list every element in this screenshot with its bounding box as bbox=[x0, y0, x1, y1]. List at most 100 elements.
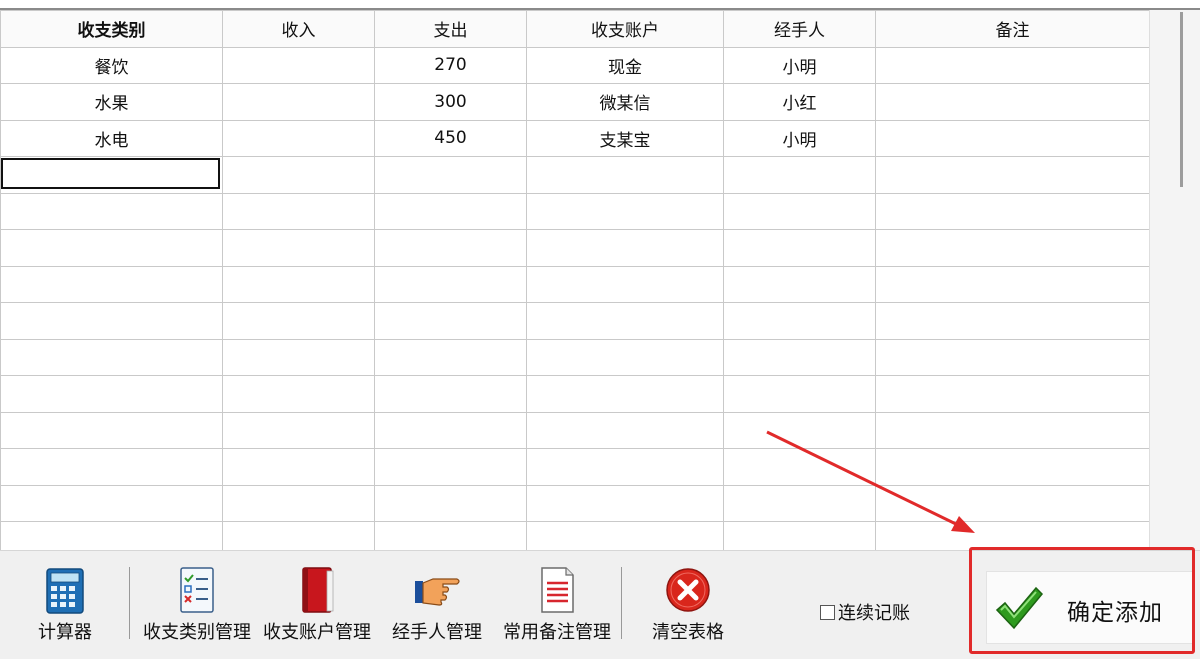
table-row[interactable]: 餐饮 270 现金 小明 bbox=[0, 46, 1149, 84]
empty-cell[interactable] bbox=[222, 375, 375, 413]
empty-cell[interactable] bbox=[526, 484, 724, 522]
empty-cell[interactable] bbox=[723, 192, 876, 230]
empty-cell[interactable] bbox=[222, 411, 375, 449]
empty-cell[interactable] bbox=[374, 448, 527, 486]
empty-cell[interactable] bbox=[0, 484, 223, 522]
empty-cell[interactable] bbox=[723, 375, 876, 413]
empty-cell[interactable] bbox=[875, 375, 1149, 413]
cell-category[interactable]: 水果 bbox=[0, 83, 223, 121]
handler-management-button[interactable]: 经手人管理 bbox=[388, 565, 486, 655]
data-grid[interactable]: 收支类别 收入 支出 收支账户 经手人 备注 餐饮 270 现金 小明 水果 3… bbox=[0, 10, 1149, 550]
empty-cell[interactable] bbox=[723, 265, 876, 303]
empty-cell[interactable] bbox=[374, 521, 527, 550]
empty-cell[interactable] bbox=[222, 484, 375, 522]
table-row[interactable]: 水电 450 支某宝 小明 bbox=[0, 119, 1149, 157]
empty-cell[interactable] bbox=[723, 521, 876, 550]
empty-cell[interactable] bbox=[222, 265, 375, 303]
empty-cell[interactable] bbox=[723, 302, 876, 340]
empty-cell[interactable] bbox=[374, 192, 527, 230]
empty-cell[interactable] bbox=[0, 265, 223, 303]
cell-category-editor[interactable] bbox=[0, 156, 223, 194]
cell-expense[interactable]: 300 bbox=[374, 83, 527, 121]
empty-cell[interactable] bbox=[222, 302, 375, 340]
empty-cell[interactable] bbox=[723, 156, 876, 194]
cell-handler[interactable]: 小明 bbox=[723, 119, 876, 157]
empty-cell[interactable] bbox=[723, 411, 876, 449]
empty-cell[interactable] bbox=[0, 375, 223, 413]
empty-cell[interactable] bbox=[875, 156, 1149, 194]
empty-cell[interactable] bbox=[875, 192, 1149, 230]
empty-cell[interactable] bbox=[526, 448, 724, 486]
cell-income[interactable] bbox=[222, 83, 375, 121]
empty-row[interactable] bbox=[0, 265, 1149, 303]
empty-cell[interactable] bbox=[723, 229, 876, 267]
empty-row[interactable] bbox=[0, 192, 1149, 230]
checkbox-box[interactable] bbox=[820, 604, 835, 620]
header-income[interactable]: 收入 bbox=[222, 10, 375, 48]
empty-cell[interactable] bbox=[374, 411, 527, 449]
cell-notes[interactable] bbox=[875, 46, 1149, 84]
empty-cell[interactable] bbox=[526, 192, 724, 230]
empty-cell[interactable] bbox=[875, 265, 1149, 303]
cell-category[interactable]: 餐饮 bbox=[0, 46, 223, 84]
cell-notes[interactable] bbox=[875, 119, 1149, 157]
empty-cell[interactable] bbox=[526, 265, 724, 303]
cell-account[interactable]: 微某信 bbox=[526, 83, 724, 121]
empty-cell[interactable] bbox=[0, 521, 223, 550]
empty-cell[interactable] bbox=[222, 156, 375, 194]
empty-cell[interactable] bbox=[875, 302, 1149, 340]
empty-cell[interactable] bbox=[875, 411, 1149, 449]
calculator-button[interactable]: 计算器 bbox=[34, 565, 96, 655]
continuous-entry-checkbox[interactable]: 连续记账 bbox=[820, 599, 910, 625]
empty-cell[interactable] bbox=[374, 265, 527, 303]
empty-cell[interactable] bbox=[0, 229, 223, 267]
empty-cell[interactable] bbox=[723, 448, 876, 486]
empty-cell[interactable] bbox=[875, 484, 1149, 522]
empty-cell[interactable] bbox=[222, 521, 375, 550]
cell-editor-input[interactable] bbox=[1, 158, 220, 189]
empty-cell[interactable] bbox=[526, 302, 724, 340]
empty-cell[interactable] bbox=[374, 302, 527, 340]
empty-cell[interactable] bbox=[0, 302, 223, 340]
vertical-scrollbar[interactable] bbox=[1149, 10, 1200, 550]
empty-cell[interactable] bbox=[723, 484, 876, 522]
empty-cell[interactable] bbox=[723, 338, 876, 376]
empty-cell[interactable] bbox=[875, 448, 1149, 486]
cell-income[interactable] bbox=[222, 119, 375, 157]
empty-cell[interactable] bbox=[374, 484, 527, 522]
empty-cell[interactable] bbox=[374, 338, 527, 376]
empty-row[interactable] bbox=[0, 484, 1149, 522]
empty-row[interactable] bbox=[0, 375, 1149, 413]
empty-row[interactable] bbox=[0, 411, 1149, 449]
empty-cell[interactable] bbox=[374, 375, 527, 413]
category-management-button[interactable]: 收支类别管理 bbox=[140, 565, 254, 655]
empty-cell[interactable] bbox=[0, 338, 223, 376]
header-account[interactable]: 收支账户 bbox=[526, 10, 724, 48]
empty-row[interactable] bbox=[0, 338, 1149, 376]
header-notes[interactable]: 备注 bbox=[875, 10, 1149, 48]
new-entry-row[interactable] bbox=[0, 156, 1149, 194]
empty-row[interactable] bbox=[0, 448, 1149, 486]
empty-cell[interactable] bbox=[222, 338, 375, 376]
empty-row[interactable] bbox=[0, 229, 1149, 267]
empty-cell[interactable] bbox=[0, 192, 223, 230]
cell-account[interactable]: 现金 bbox=[526, 46, 724, 84]
empty-cell[interactable] bbox=[526, 411, 724, 449]
empty-cell[interactable] bbox=[222, 192, 375, 230]
empty-cell[interactable] bbox=[0, 448, 223, 486]
empty-row[interactable] bbox=[0, 302, 1149, 340]
header-expense[interactable]: 支出 bbox=[374, 10, 527, 48]
empty-row[interactable] bbox=[0, 521, 1149, 550]
empty-cell[interactable] bbox=[222, 448, 375, 486]
empty-cell[interactable] bbox=[526, 229, 724, 267]
cell-notes[interactable] bbox=[875, 83, 1149, 121]
empty-cell[interactable] bbox=[526, 338, 724, 376]
empty-cell[interactable] bbox=[526, 156, 724, 194]
account-management-button[interactable]: 收支账户管理 bbox=[259, 565, 375, 655]
cell-income[interactable] bbox=[222, 46, 375, 84]
empty-cell[interactable] bbox=[875, 338, 1149, 376]
scrollbar-thumb[interactable] bbox=[1180, 12, 1183, 187]
cell-handler[interactable]: 小明 bbox=[723, 46, 876, 84]
empty-cell[interactable] bbox=[875, 521, 1149, 550]
cell-category[interactable]: 水电 bbox=[0, 119, 223, 157]
